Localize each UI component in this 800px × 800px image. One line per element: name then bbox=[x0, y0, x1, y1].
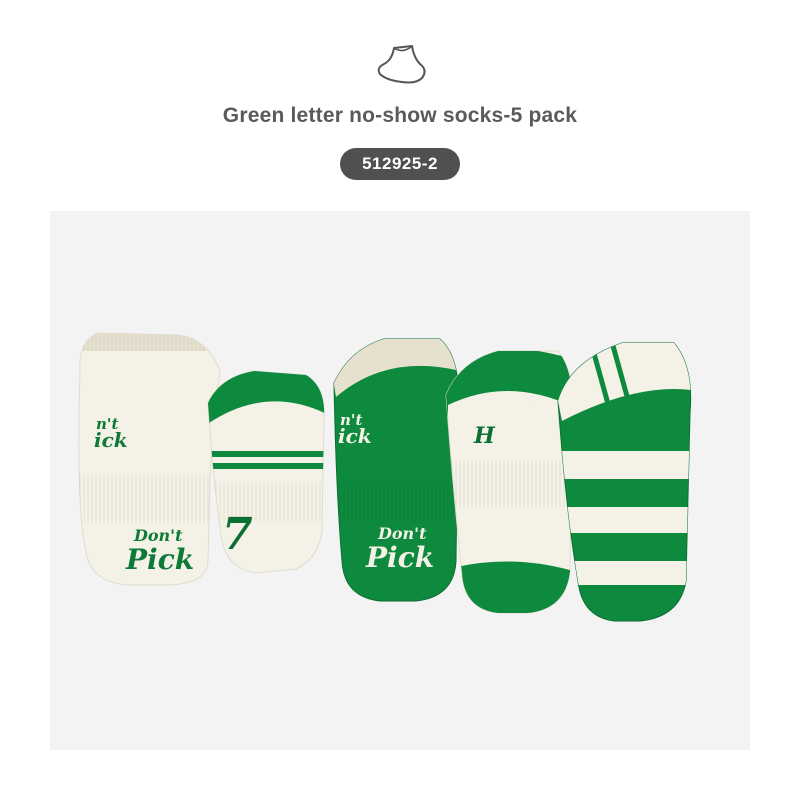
product-title: Green letter no-show socks-5 pack bbox=[222, 104, 578, 127]
sock-4: H bbox=[445, 350, 573, 614]
sock-2-number-text: 7 bbox=[222, 509, 253, 560]
socks-illustration: n't ick Don't Pick 7 n't ick Don't Pick … bbox=[78, 332, 692, 622]
sock-3: n't ick Don't Pick bbox=[333, 338, 459, 602]
sock-3-crop-pick-text: ick bbox=[338, 424, 372, 448]
sock-2: 7 bbox=[207, 370, 325, 574]
sock-1: n't ick Don't Pick bbox=[78, 332, 221, 586]
product-image-panel: n't ick Don't Pick 7 n't ick Don't Pick … bbox=[50, 211, 750, 750]
sock-3-pick-text: Pick bbox=[365, 541, 434, 574]
sock-1-crop-pick-text: ick bbox=[94, 428, 128, 452]
item-code-badge: 512925-2 bbox=[340, 148, 460, 180]
sock-outline-icon bbox=[377, 45, 426, 84]
sock-4-letter-text: H bbox=[473, 423, 496, 449]
sock-5 bbox=[557, 342, 692, 622]
sock-1-pick-text: Pick bbox=[125, 543, 194, 576]
